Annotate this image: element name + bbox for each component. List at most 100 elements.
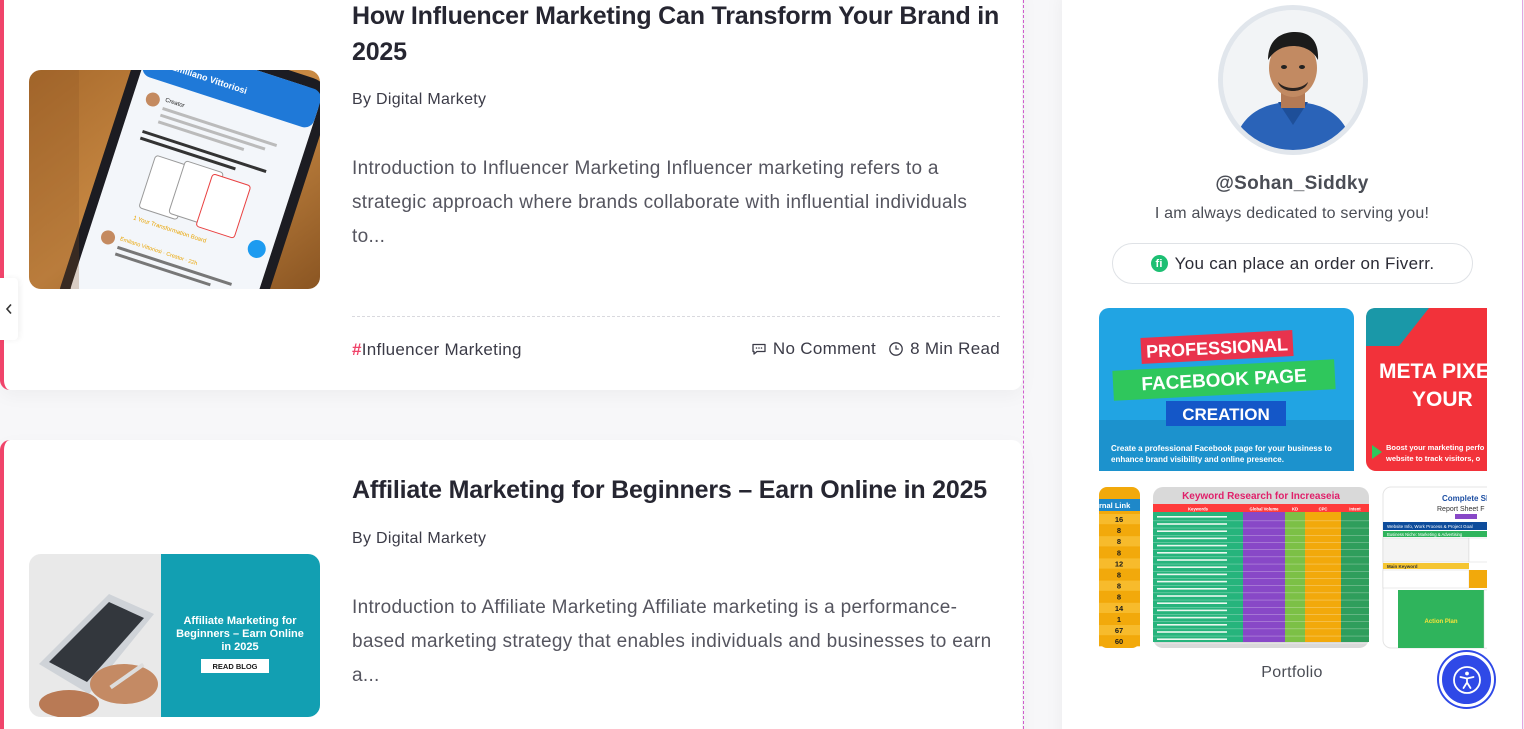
- link-sheet-value: 60: [1115, 637, 1123, 646]
- comment-label: No Comment: [772, 339, 877, 358]
- keyword-sheet-row: [1157, 544, 1227, 547]
- post-excerpt: Introduction to Affiliate Marketing Affi…: [352, 597, 992, 686]
- page-edge: [1522, 0, 1523, 729]
- fiverr-button-label: You can place an order on Fiverr.: [1174, 253, 1435, 273]
- keyword-sheet-rule: [1153, 643, 1369, 644]
- fb-desc-1: Create a professional Facebook page for …: [1111, 444, 1332, 453]
- tag-hash: #: [352, 340, 362, 359]
- meta-line-1: META PIXE: [1379, 360, 1487, 383]
- author-username: @Sohan_Siddky: [1215, 173, 1369, 194]
- fb-line-3: CREATION: [1182, 405, 1270, 424]
- link-sheet-value: 12: [1115, 559, 1123, 568]
- comment-count[interactable]: No Comment: [751, 339, 876, 359]
- post-list: Emiliano Vittoriosi Creator 1 Your Trans…: [0, 0, 1024, 729]
- post-thumbnail[interactable]: Affiliate Marketing for Beginners – Earn…: [29, 554, 320, 717]
- link-sheet-value: 8: [1117, 582, 1121, 591]
- accessibility-button[interactable]: [1439, 652, 1494, 707]
- keyword-sheet-row: [1157, 588, 1227, 590]
- keyword-sheet-rule: [1153, 614, 1369, 615]
- keyword-sheet-rule: [1153, 592, 1369, 594]
- keyword-sheet-row: [1157, 609, 1227, 612]
- keyword-sheet-rule: [1153, 607, 1369, 608]
- portfolio-item-keyword-sheet[interactable]: Keyword Research for Increaseia Keywords…: [1153, 487, 1369, 648]
- link-sheet-value: 16: [1115, 515, 1123, 524]
- keyword-sheet-title: Keyword Research for Increaseia: [1182, 491, 1340, 502]
- link-sheet-value: 8: [1117, 537, 1121, 546]
- meta-line-2: YOUR: [1412, 388, 1473, 411]
- link-sheet-value: 8: [1117, 548, 1121, 557]
- post-meta-right: No Comment 8 Min Read: [751, 339, 1000, 359]
- keyword-sheet-row: [1157, 516, 1227, 518]
- seo-section-1: Website Info, Work Process & Project Goa…: [1387, 524, 1473, 529]
- keyword-sheet-rule: [1153, 628, 1369, 630]
- thumb-headline-2: Beginners – Earn Online: [176, 628, 304, 640]
- link-sheet-value: 1: [1117, 615, 1121, 624]
- accessibility-icon: [1452, 665, 1481, 694]
- keyword-sheet-rule: [1153, 585, 1369, 586]
- portfolio-item-link-sheet[interactable]: rnal Link 16 8 8 8 12 8 8 8 14 1 67 60: [1099, 487, 1140, 648]
- keyword-sheet-row: [1157, 566, 1227, 568]
- post-title[interactable]: How Influencer Marketing Can Transform Y…: [352, 0, 1002, 70]
- post-card: Emiliano Vittoriosi Creator 1 Your Trans…: [0, 0, 1022, 390]
- keyword-sheet-row: [1157, 559, 1227, 561]
- keyword-sheet-rule: [1153, 635, 1369, 637]
- post-meta: #Influencer Marketing No Comment 8 Min R…: [352, 339, 1000, 362]
- post-author[interactable]: By Digital Markety: [352, 530, 486, 548]
- keyword-sheet-header: Intent: [1349, 507, 1361, 512]
- post-title[interactable]: Affiliate Marketing for Beginners – Earn…: [352, 472, 1002, 508]
- keyword-sheet-row: [1157, 580, 1227, 583]
- link-sheet-value: 8: [1117, 571, 1121, 580]
- comment-icon: [752, 343, 766, 355]
- keyword-sheet-row: [1157, 616, 1227, 619]
- portfolio-gallery: PROFESSIONAL FACEBOOK PAGE CREATION Crea…: [1099, 308, 1487, 660]
- fiverr-icon: fi: [1150, 255, 1168, 272]
- keyword-sheet-row: [1157, 523, 1227, 525]
- seo-title-2: Report Sheet F: [1437, 506, 1484, 513]
- thumb-cta: READ BLOG: [213, 662, 258, 671]
- keyword-sheet-header: CPC: [1319, 507, 1328, 512]
- tag-label: Influencer Marketing: [361, 340, 522, 359]
- seo-title-1: Complete SEO: [1442, 494, 1487, 503]
- post-author[interactable]: By Digital Markety: [352, 91, 486, 109]
- avatar: [1218, 5, 1368, 155]
- seo-action-plan: Action Plan: [1424, 619, 1457, 625]
- keyword-sheet-rule: [1153, 549, 1369, 550]
- post-excerpt: Introduction to Influencer Marketing Inf…: [352, 158, 968, 247]
- author-tagline: I am always dedicated to serving you!: [1154, 205, 1430, 222]
- keyword-sheet-row: [1157, 602, 1227, 604]
- keyword-sheet-header: KD: [1292, 507, 1298, 512]
- meta-desc-2: website to track visitors, o: [1385, 454, 1481, 463]
- keyword-sheet-row: [1157, 595, 1227, 597]
- portfolio-item-facebook-page[interactable]: PROFESSIONAL FACEBOOK PAGE CREATION Crea…: [1099, 308, 1354, 471]
- keyword-sheet-row: [1157, 624, 1227, 626]
- keyword-sheet-rule: [1153, 599, 1369, 601]
- thumb-headline-3: in 2025: [221, 641, 258, 653]
- link-sheet-value: 8: [1117, 526, 1121, 535]
- thumb-headline-1: Affiliate Marketing for: [183, 615, 297, 627]
- seo-main-keyword: Main Keyword: [1387, 564, 1418, 569]
- keyword-sheet-row: [1157, 537, 1227, 540]
- portfolio-item-meta-pixel[interactable]: META PIXE YOUR Boost your marketing perf…: [1366, 308, 1487, 471]
- keyword-sheet-row: [1157, 638, 1227, 640]
- keyword-sheet-rule: [1153, 527, 1369, 529]
- link-sheet-value: 8: [1117, 593, 1121, 602]
- post-thumbnail[interactable]: Emiliano Vittoriosi Creator 1 Your Trans…: [29, 70, 320, 289]
- keyword-sheet-header: Global Volume: [1249, 507, 1279, 512]
- read-time-label: 8 Min Read: [910, 339, 1000, 358]
- fb-desc-2: enhance brand visibility and online pres…: [1111, 455, 1284, 464]
- keyword-sheet-rule: [1153, 542, 1369, 543]
- collapse-toggle-button[interactable]: [0, 278, 18, 340]
- meta-desc-1: Boost your marketing perfo: [1386, 443, 1485, 452]
- fiverr-order-button[interactable]: fi You can place an order on Fiverr.: [1112, 243, 1473, 284]
- keyword-sheet-rule: [1153, 621, 1369, 622]
- link-sheet-value: 14: [1115, 604, 1124, 613]
- keyword-sheet-header: Keywords: [1188, 507, 1209, 512]
- portfolio-item-seo-report[interactable]: Complete SEO Report Sheet F Website Info…: [1382, 486, 1487, 649]
- keyword-sheet-rule: [1153, 571, 1369, 572]
- read-time: 8 Min Read: [888, 339, 1000, 359]
- link-sheet-header: rnal Link: [1099, 501, 1131, 510]
- post-tag[interactable]: #Influencer Marketing: [352, 340, 522, 360]
- keyword-sheet-row: [1157, 631, 1227, 633]
- keyword-sheet-row: [1157, 552, 1227, 554]
- keyword-sheet-row: [1157, 573, 1227, 576]
